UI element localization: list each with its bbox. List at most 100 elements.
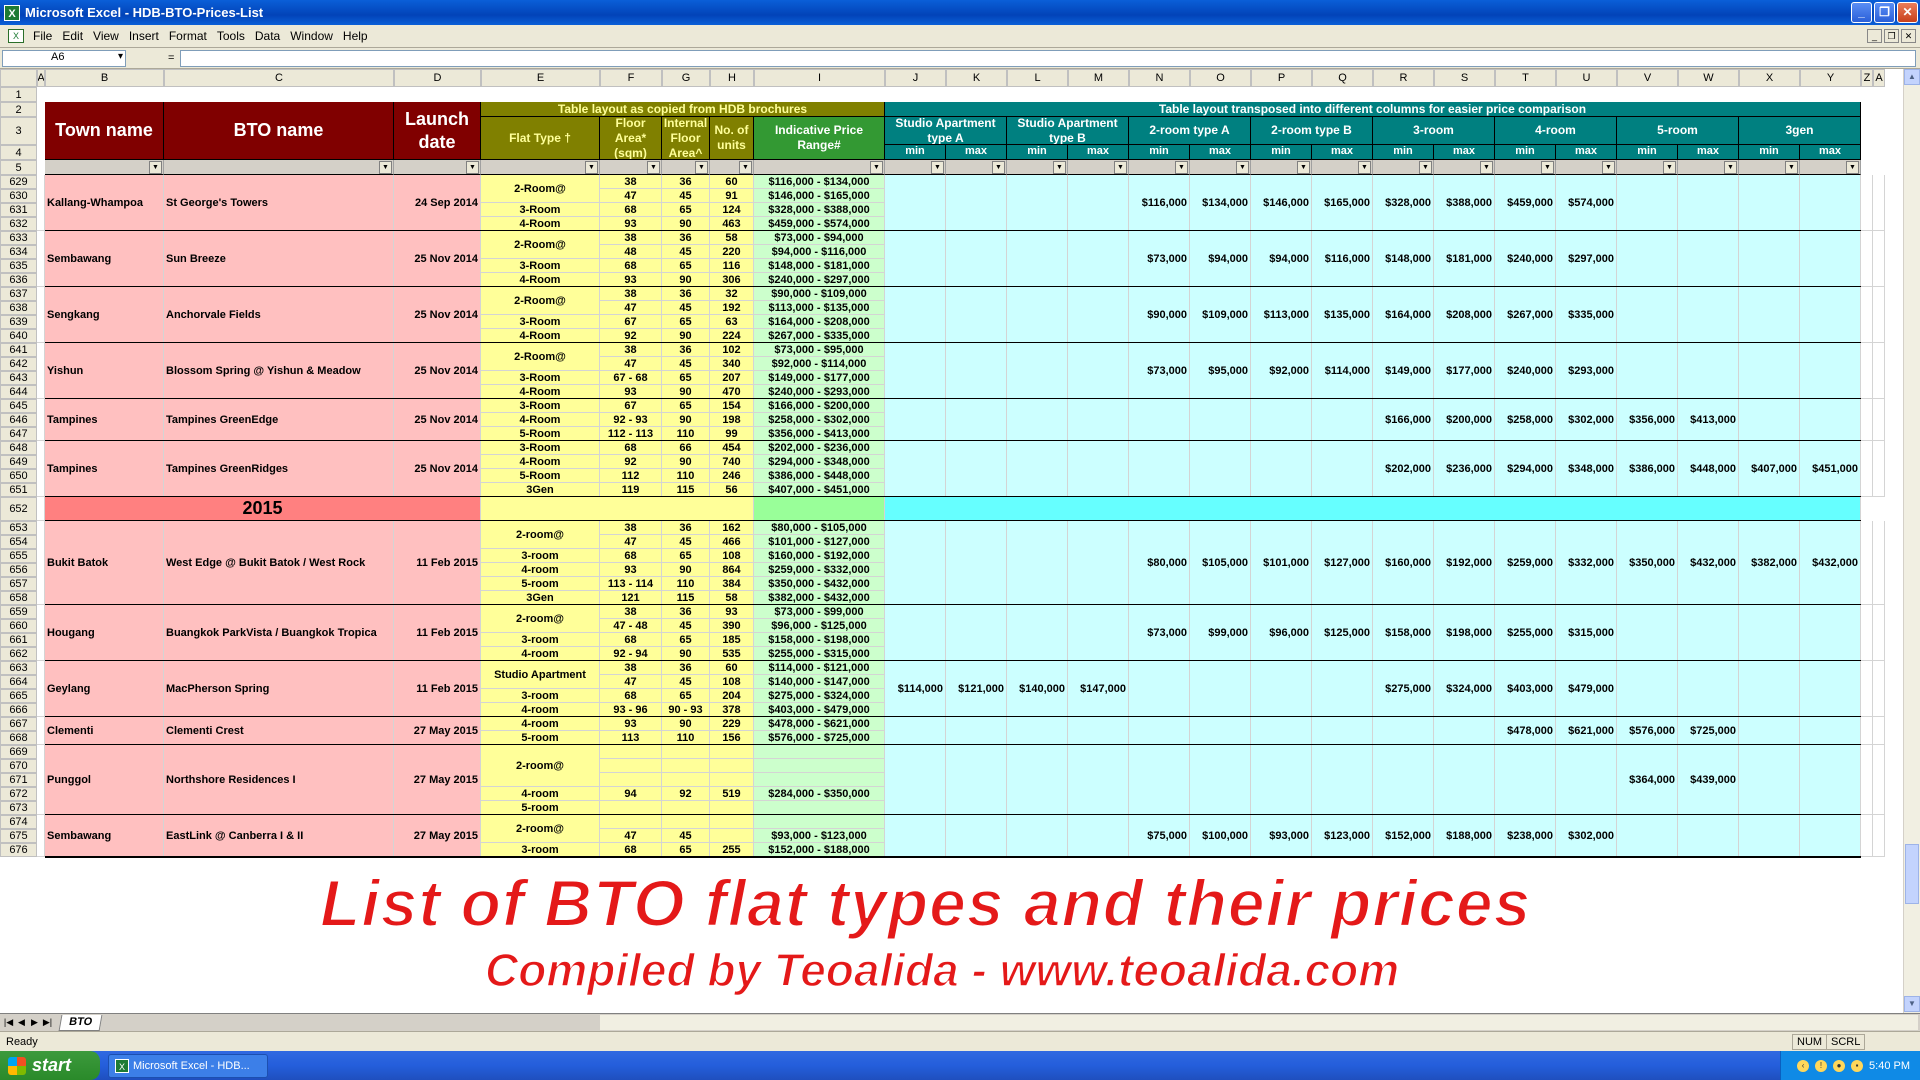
cell-floor-area[interactable]: 93 - 96 <box>600 703 662 717</box>
row-header[interactable]: 634 <box>0 245 37 259</box>
row-header[interactable]: 651 <box>0 483 37 497</box>
row-header[interactable]: 629 <box>0 175 37 189</box>
cell-price-range[interactable]: $73,000 - $99,000 <box>754 605 885 619</box>
row-header[interactable]: 675 <box>0 829 37 843</box>
row-header[interactable]: 670 <box>0 759 37 773</box>
filter-dropdown-icon[interactable]: ▼ <box>1053 161 1066 174</box>
cell-bto-name[interactable]: West Edge @ Bukit Batok / West Rock <box>164 521 394 605</box>
cell-price[interactable] <box>946 175 1007 231</box>
cell-price[interactable] <box>1190 745 1251 815</box>
cell-price[interactable] <box>1739 287 1800 343</box>
cell-internal-area[interactable]: 90 <box>662 563 710 577</box>
cell-price[interactable] <box>946 231 1007 287</box>
filter-dropdown-icon[interactable]: ▼ <box>1419 161 1432 174</box>
cell-floor-area[interactable]: 47 - 48 <box>600 619 662 633</box>
filter-dropdown-icon[interactable]: ▼ <box>1663 161 1676 174</box>
cell-price[interactable] <box>946 745 1007 815</box>
cell-price[interactable]: $100,000 <box>1190 815 1251 857</box>
cell-launch-date[interactable]: 11 Feb 2015 <box>394 661 481 717</box>
cell-price[interactable]: $293,000 <box>1556 343 1617 399</box>
cell-blank[interactable] <box>37 175 45 231</box>
cell-price[interactable]: $459,000 <box>1495 175 1556 231</box>
cell-town-name[interactable]: Tampines <box>45 399 164 441</box>
row-header[interactable]: 630 <box>0 189 37 203</box>
column-header[interactable]: V <box>1617 69 1678 87</box>
cell-price[interactable] <box>885 521 946 605</box>
cell-price[interactable] <box>1617 815 1678 857</box>
cell-flat-type[interactable]: 4-room <box>481 703 600 717</box>
cell-price[interactable]: $94,000 <box>1190 231 1251 287</box>
cell-blank[interactable] <box>37 717 45 745</box>
row-header[interactable]: 636 <box>0 273 37 287</box>
cell-price[interactable] <box>1251 441 1312 497</box>
cell-price[interactable] <box>1129 399 1190 441</box>
cell-price[interactable]: $113,000 <box>1251 287 1312 343</box>
next-sheet-icon[interactable]: ▶ <box>28 1017 41 1028</box>
cell-price[interactable]: $259,000 <box>1495 521 1556 605</box>
cell-internal-area[interactable]: 45 <box>662 619 710 633</box>
cell-internal-area[interactable]: 45 <box>662 535 710 549</box>
cell-bto-name[interactable]: Tampines GreenRidges <box>164 441 394 497</box>
cell-blank[interactable] <box>37 605 45 661</box>
cell-price[interactable] <box>1739 605 1800 661</box>
cell-price[interactable] <box>1373 745 1434 815</box>
column-header[interactable]: R <box>1373 69 1434 87</box>
cell-price[interactable] <box>946 605 1007 661</box>
cell-price[interactable] <box>1312 399 1373 441</box>
cell-price[interactable] <box>1251 745 1312 815</box>
cell-price[interactable]: $328,000 <box>1373 175 1434 231</box>
filter-dropdown-icon[interactable]: ▼ <box>870 161 883 174</box>
menu-format[interactable]: Format <box>164 29 212 43</box>
cell-price[interactable] <box>1373 717 1434 745</box>
cell-launch-date[interactable]: 25 Nov 2014 <box>394 231 481 287</box>
cell-price[interactable]: $302,000 <box>1556 399 1617 441</box>
cell-internal-area[interactable]: 110 <box>662 469 710 483</box>
cell-price[interactable]: $73,000 <box>1129 343 1190 399</box>
cell-town-name[interactable]: Sengkang <box>45 287 164 343</box>
cell-price[interactable] <box>885 815 946 857</box>
cell-price-range[interactable]: $73,000 - $94,000 <box>754 231 885 245</box>
cell-floor-area[interactable]: 47 <box>600 301 662 315</box>
cell-units[interactable] <box>710 815 754 829</box>
cell-units[interactable]: 229 <box>710 717 754 731</box>
cell-town-name[interactable]: Punggol <box>45 745 164 815</box>
cell-price-range[interactable]: $356,000 - $413,000 <box>754 427 885 441</box>
cell-floor-area[interactable]: 92 <box>600 455 662 469</box>
column-header[interactable]: I <box>754 69 885 87</box>
cell-blank[interactable] <box>1873 399 1885 441</box>
cell-price[interactable] <box>1739 815 1800 857</box>
cell-price[interactable] <box>885 231 946 287</box>
cell-flat-type[interactable]: 5-room <box>481 801 600 815</box>
cell-units[interactable]: 204 <box>710 689 754 703</box>
cell-internal-area[interactable]: 36 <box>662 175 710 189</box>
workbook-icon[interactable]: X <box>8 29 24 43</box>
cell-price[interactable]: $356,000 <box>1617 399 1678 441</box>
security-icon[interactable]: ● <box>1833 1059 1846 1072</box>
cell-flat-type[interactable]: 2-Room@ <box>481 175 600 203</box>
cell-floor-area[interactable]: 47 <box>600 357 662 371</box>
cell-blank[interactable] <box>1861 287 1873 343</box>
cell-price-range[interactable]: $255,000 - $315,000 <box>754 647 885 661</box>
cell-town-name[interactable]: Sembawang <box>45 815 164 857</box>
cell-units[interactable]: 63 <box>710 315 754 329</box>
cell-price[interactable]: $348,000 <box>1556 441 1617 497</box>
cell-units[interactable] <box>710 829 754 843</box>
cell-floor-area[interactable]: 47 <box>600 829 662 843</box>
cell-flat-type[interactable]: 4-room <box>481 787 600 801</box>
cell-blank[interactable] <box>1873 605 1885 661</box>
cell-price-range[interactable]: $403,000 - $479,000 <box>754 703 885 717</box>
cell-bto-name[interactable]: MacPherson Spring <box>164 661 394 717</box>
cell-floor-area[interactable]: 67 - 68 <box>600 371 662 385</box>
cell-price-range[interactable]: $350,000 - $432,000 <box>754 577 885 591</box>
cell-price[interactable] <box>1190 399 1251 441</box>
column-header[interactable]: A <box>1873 69 1885 87</box>
cell-price[interactable] <box>1800 717 1861 745</box>
row-header[interactable]: 674 <box>0 815 37 829</box>
cell-price[interactable] <box>1007 441 1068 497</box>
cell-internal-area[interactable]: 65 <box>662 203 710 217</box>
cell-price[interactable] <box>1739 343 1800 399</box>
cell-floor-area[interactable]: 38 <box>600 287 662 301</box>
cell-units[interactable]: 99 <box>710 427 754 441</box>
cell-floor-area[interactable]: 68 <box>600 441 662 455</box>
cell-price[interactable]: $181,000 <box>1434 231 1495 287</box>
